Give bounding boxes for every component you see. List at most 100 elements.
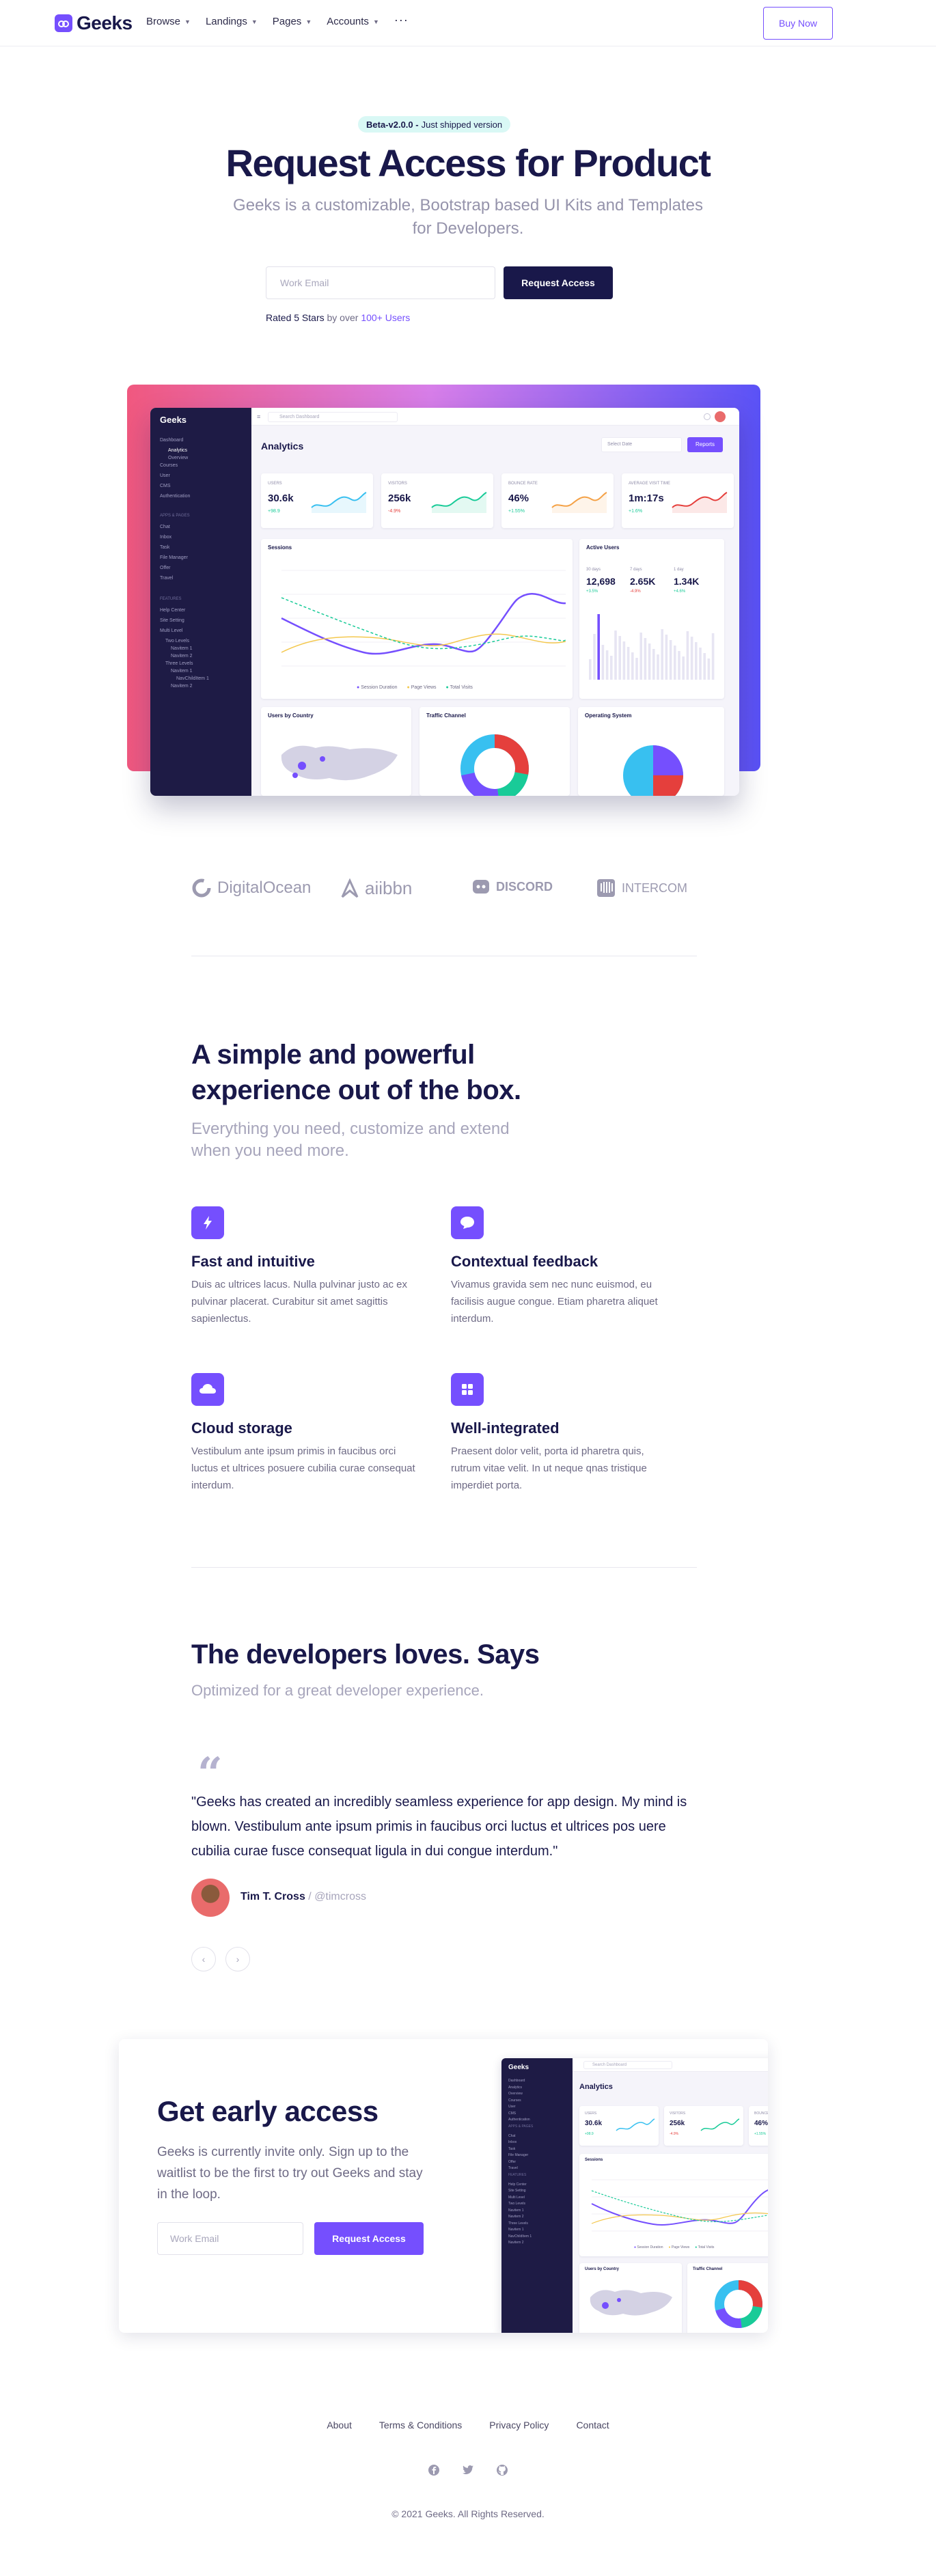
active-user-bar	[635, 658, 638, 680]
stat-label: AVERAGE VISIT TIME	[629, 482, 671, 486]
active-user-bar	[669, 640, 672, 680]
small-logo: Geeks	[508, 2064, 529, 2071]
chevron-down-icon: ▼	[305, 18, 312, 25]
hero-email-input[interactable]: Work Email	[266, 266, 495, 299]
menu-icon[interactable]: ≡	[257, 413, 260, 420]
next-arrow-button[interactable]: ›	[225, 1947, 250, 1971]
sidebar-item[interactable]: Navitem 2	[508, 2241, 524, 2245]
operating-system-title: Operating System	[585, 712, 632, 719]
sidebar-item[interactable]: Navitem 2	[171, 654, 193, 659]
sidebar-item[interactable]: Multi Level	[160, 628, 182, 633]
sidebar-item[interactable]: Two Levels	[165, 639, 189, 643]
sidebar-item[interactable]: Site Setting	[508, 2189, 526, 2193]
features-title: A simple and powerful experience out of …	[191, 1040, 521, 1105]
stat-label: USERS	[268, 482, 282, 486]
date-picker[interactable]: Select Date	[601, 437, 682, 452]
sidebar-item[interactable]: Navitem 2	[508, 2215, 524, 2219]
sidebar-item[interactable]: Chat	[508, 2134, 516, 2138]
github-icon[interactable]	[496, 2464, 508, 2476]
buy-now-button[interactable]: Buy Now	[763, 7, 833, 40]
feature-title: Contextual feedback	[451, 1253, 598, 1270]
sidebar-item[interactable]: Task	[508, 2147, 515, 2151]
brand-logo[interactable]: Geeks	[55, 12, 133, 34]
sidebar-item[interactable]: Offer	[160, 566, 170, 570]
nav-browse[interactable]: Browse ▼	[146, 16, 191, 27]
page-views-line	[281, 633, 566, 653]
sidebar-item[interactable]: File Manager	[508, 2153, 528, 2157]
sidebar-item[interactable]: Three Levels	[508, 2221, 528, 2226]
rating-strong: Rated 5 Stars	[266, 312, 325, 323]
sidebar-item[interactable]: Dashboard	[160, 438, 183, 443]
nav-pages-label: Pages	[272, 16, 302, 27]
sidebar-item[interactable]: NavChildItem 1	[176, 676, 209, 681]
active-stat-change: -4.9%	[630, 590, 641, 594]
active-user-bar	[618, 636, 621, 680]
sidebar-item[interactable]: Inbox	[508, 2140, 517, 2144]
sidebar-item[interactable]: Three Levels	[165, 661, 193, 666]
sidebar-item[interactable]: CMS	[508, 2111, 516, 2116]
prev-arrow-button[interactable]: ‹	[191, 1947, 216, 1971]
users-link[interactable]: 100+ Users	[361, 312, 410, 323]
sidebar-item[interactable]: Navitem 1	[171, 669, 193, 674]
stat-value: 256k	[388, 493, 411, 504]
facebook-icon[interactable]	[428, 2464, 440, 2476]
sidebar-item[interactable]: Analytics	[168, 448, 187, 453]
testimonial-quote: "Geeks has created an incredibly seamles…	[191, 1795, 687, 1859]
bell-icon[interactable]	[704, 413, 711, 420]
footer-privacy-link[interactable]: Privacy Policy	[489, 2420, 549, 2430]
sidebar-item[interactable]: Overview	[508, 2092, 523, 2096]
active-user-bar	[678, 651, 680, 680]
sidebar-item[interactable]: Chat	[160, 525, 170, 529]
sidebar-section-heading: FEATURES	[508, 2172, 527, 2177]
footer-contact-link[interactable]: Contact	[576, 2420, 609, 2430]
dashboard-search[interactable]: Search Dashboard	[268, 412, 398, 422]
active-user-bar	[682, 656, 685, 680]
active-user-bar	[711, 633, 715, 680]
sidebar-item[interactable]: Navitem 1	[508, 2228, 524, 2232]
sidebar-item[interactable]: Analytics	[508, 2086, 522, 2090]
sidebar-item[interactable]: CMS	[160, 484, 171, 488]
sidebar-item[interactable]: Navitem 1	[508, 2208, 524, 2213]
sidebar-item[interactable]: Travel	[508, 2166, 518, 2170]
reports-button[interactable]: Reports	[687, 437, 723, 452]
footer-terms-link[interactable]: Terms & Conditions	[379, 2420, 462, 2430]
small-legend-total-visits: ● Total Visits	[695, 2245, 715, 2249]
sidebar-item[interactable]: Overview	[168, 456, 188, 460]
sidebar-item[interactable]: User	[160, 473, 170, 478]
sidebar-item[interactable]: Dashboard	[508, 2079, 525, 2083]
sidebar-item[interactable]: Multi Level	[508, 2196, 525, 2200]
small-legend-session-duration: ● Session Duration	[634, 2245, 663, 2249]
sidebar-item[interactable]: NavChildItem 1	[508, 2234, 532, 2239]
small-country-card: Users by Country	[579, 2263, 682, 2333]
footer-about-link[interactable]: About	[327, 2420, 352, 2430]
sidebar-item[interactable]: Site Setting	[160, 618, 184, 623]
nav-accounts[interactable]: Accounts ▼	[327, 16, 379, 27]
sidebar-item[interactable]: Offer	[508, 2160, 516, 2164]
small-topbar: Search Dashboard	[573, 2058, 768, 2072]
sidebar-item[interactable]: File Manager	[160, 555, 188, 560]
early-request-access-button[interactable]: Request Access	[314, 2222, 424, 2255]
sidebar-item[interactable]: Navitem 1	[171, 646, 193, 651]
sidebar-item[interactable]: Inbox	[160, 535, 171, 540]
nav-landings[interactable]: Landings ▼	[206, 16, 258, 27]
sidebar-item[interactable]: Help Center	[508, 2183, 527, 2187]
sidebar-item[interactable]: Help Center	[160, 608, 185, 613]
feature-fast: Fast and intuitive Duis ac ultrices lacu…	[191, 1206, 417, 1327]
stat-sparkline	[616, 2118, 655, 2131]
sidebar-item[interactable]: Courses	[508, 2099, 521, 2103]
sidebar-item[interactable]: User	[508, 2105, 516, 2109]
sidebar-item[interactable]: Travel	[160, 576, 173, 581]
more-menu-icon[interactable]: ···	[394, 13, 409, 27]
nav-pages[interactable]: Pages ▼	[273, 16, 312, 27]
os-pie	[623, 745, 683, 796]
sidebar-item[interactable]: Two Levels	[508, 2202, 525, 2206]
user-avatar[interactable]	[715, 411, 726, 422]
sidebar-item[interactable]: Authentication	[508, 2118, 530, 2122]
hero-request-access-button[interactable]: Request Access	[504, 266, 613, 299]
twitter-icon[interactable]	[462, 2464, 474, 2476]
sidebar-item[interactable]: Task	[160, 545, 169, 550]
sidebar-item[interactable]: Courses	[160, 463, 178, 468]
sidebar-item[interactable]: Navitem 2	[171, 684, 193, 689]
early-email-input[interactable]: Work Email	[157, 2222, 303, 2255]
sidebar-item[interactable]: Authentication	[160, 494, 190, 499]
